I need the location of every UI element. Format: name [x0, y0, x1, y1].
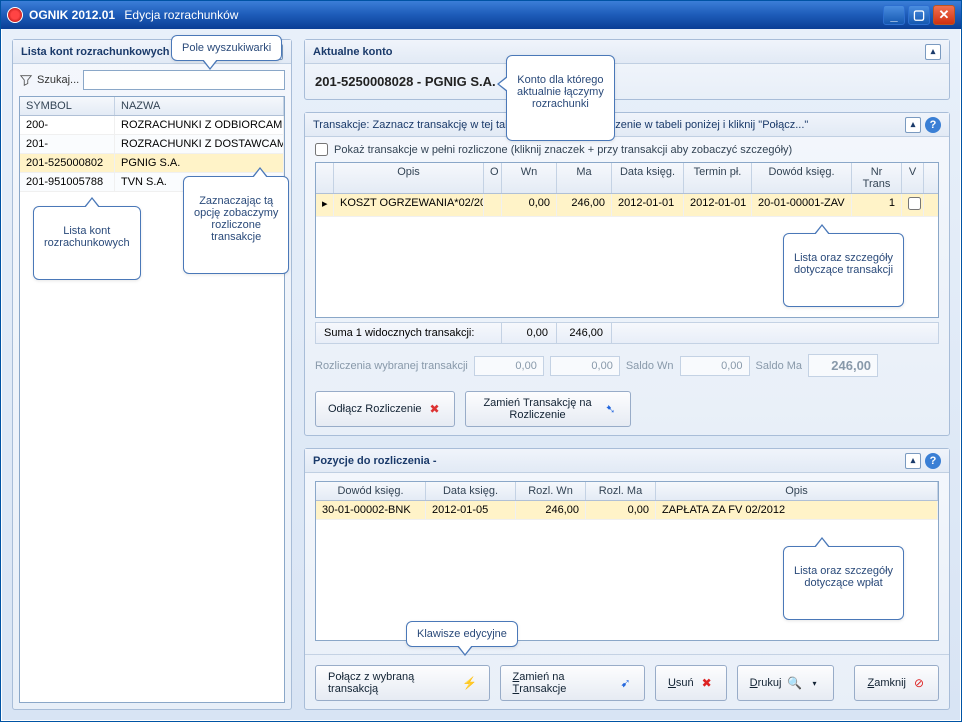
- checkbox-label: Pokaż transakcje w pełni rozliczone (kli…: [334, 144, 792, 156]
- col-v[interactable]: V: [902, 163, 924, 193]
- titlebar: OGNIK 2012.01 Edycja rozrachunków _ ▢ ✕: [1, 1, 961, 29]
- maximize-button[interactable]: ▢: [908, 5, 930, 25]
- detach-button[interactable]: Odłącz Rozliczenie ✖: [315, 391, 455, 427]
- collapse-icon[interactable]: ▴: [925, 44, 941, 60]
- connect-button[interactable]: Połącz z wybraną transakcją ⚡: [315, 665, 490, 701]
- filter-icon: [19, 73, 33, 87]
- callout-checkbox: Zaznaczając tą opcję zobaczymy rozliczon…: [183, 176, 289, 274]
- swap-transaction-button[interactable]: Zamień Transakcję na Rozliczenie ➷: [465, 391, 631, 427]
- callout-accounts: Lista kont rozrachunkowych: [33, 206, 141, 280]
- close-button[interactable]: ✕: [933, 5, 955, 25]
- swap-to-transaction-button[interactable]: Zamień na Transakcje ➹: [500, 665, 645, 701]
- search-label: Szukaj...: [37, 74, 79, 86]
- col-termin[interactable]: Termin pł.: [684, 163, 752, 193]
- delete-button[interactable]: Usuń ✖: [655, 665, 727, 701]
- col-symbol[interactable]: SYMBOL: [20, 97, 115, 115]
- sum-label: Suma 1 widocznych transakcji:: [316, 323, 502, 343]
- window-subtitle: Edycja rozrachunków: [124, 8, 238, 22]
- close-dialog-button[interactable]: Zamknij ⊘: [854, 665, 939, 701]
- callout-account: Konto dla którego aktualnie łączymy rozr…: [506, 55, 615, 141]
- current-account-panel: Aktualne konto ▴ 201-5250008028 - PGNIG …: [304, 39, 950, 100]
- items-header: Pozycje do rozliczenia -: [313, 455, 436, 467]
- transaction-row[interactable]: ▸ KOSZT OGRZEWANIA*02/2012 0,00 246,00 2…: [316, 194, 938, 217]
- col-o[interactable]: O: [484, 163, 502, 193]
- table-row[interactable]: 201- ROZRACHUNKI Z DOSTAWCAMI: [20, 135, 284, 154]
- connect-icon: ⚡: [463, 676, 477, 690]
- accounts-header: Lista kont rozrachunkowych: [21, 46, 170, 58]
- saldo-wn-label: Saldo Wn: [626, 360, 674, 372]
- close-icon: ⊘: [912, 676, 926, 690]
- settlement-row[interactable]: 30-01-00002-BNK 2012-01-05 246,00 0,00 Z…: [316, 501, 938, 520]
- collapse-icon[interactable]: ▴: [905, 453, 921, 469]
- settlements-label: Rozliczenia wybranej transakcji: [315, 360, 468, 372]
- account-value: 201-5250008028 - PGNIG S.A.: [305, 64, 949, 99]
- col-rwn[interactable]: Rozl. Wn: [516, 482, 586, 500]
- search-input[interactable]: [83, 70, 285, 90]
- col-dowod2[interactable]: Dowód księg.: [316, 482, 426, 500]
- col-ma[interactable]: Ma: [557, 163, 612, 193]
- minimize-button[interactable]: _: [883, 5, 905, 25]
- delete-icon: ✖: [700, 676, 714, 690]
- show-settled-checkbox[interactable]: [315, 143, 328, 156]
- help-icon[interactable]: ?: [925, 453, 941, 469]
- callout-edit: Klawisze edycyjne: [406, 621, 518, 647]
- col-data[interactable]: Data księg.: [612, 163, 684, 193]
- callout-search: Pole wyszukiwarki: [171, 35, 282, 61]
- col-opis2[interactable]: Opis: [656, 482, 938, 500]
- window-title: OGNIK 2012.01: [29, 8, 115, 22]
- print-button[interactable]: Drukuj 🔍 ▾: [737, 665, 835, 701]
- v-checkbox[interactable]: [908, 197, 921, 210]
- table-row-selected[interactable]: 201-525000802 PGNIG S.A.: [20, 154, 284, 173]
- arrow-down-icon: ➷: [604, 402, 618, 416]
- col-opis[interactable]: Opis: [334, 163, 484, 193]
- col-wn[interactable]: Wn: [502, 163, 557, 193]
- accounts-panel: Lista kont rozrachunkowych ▴ Szukaj... S…: [12, 39, 292, 710]
- saldo-ma-label: Saldo Ma: [756, 360, 802, 372]
- callout-trans: Lista oraz szczegóły dotyczące transakcj…: [783, 233, 904, 307]
- col-dowod[interactable]: Dowód księg.: [752, 163, 852, 193]
- arrow-up-icon: ➹: [619, 676, 632, 690]
- detach-icon: ✖: [428, 402, 442, 416]
- callout-pay: Lista oraz szczegóły dotyczące wpłat: [783, 546, 904, 620]
- account-header: Aktualne konto: [313, 46, 392, 58]
- chevron-down-icon: ▾: [807, 676, 821, 690]
- col-data2[interactable]: Data księg.: [426, 482, 516, 500]
- app-icon: [7, 7, 23, 23]
- collapse-icon[interactable]: ▴: [905, 117, 921, 133]
- table-row[interactable]: 200- ROZRACHUNKI Z ODBIORCAMI: [20, 116, 284, 135]
- col-name[interactable]: NAZWA: [115, 97, 284, 115]
- col-rma[interactable]: Rozl. Ma: [586, 482, 656, 500]
- col-nr[interactable]: Nr Trans: [852, 163, 902, 193]
- print-icon: 🔍: [787, 676, 801, 690]
- help-icon[interactable]: ?: [925, 117, 941, 133]
